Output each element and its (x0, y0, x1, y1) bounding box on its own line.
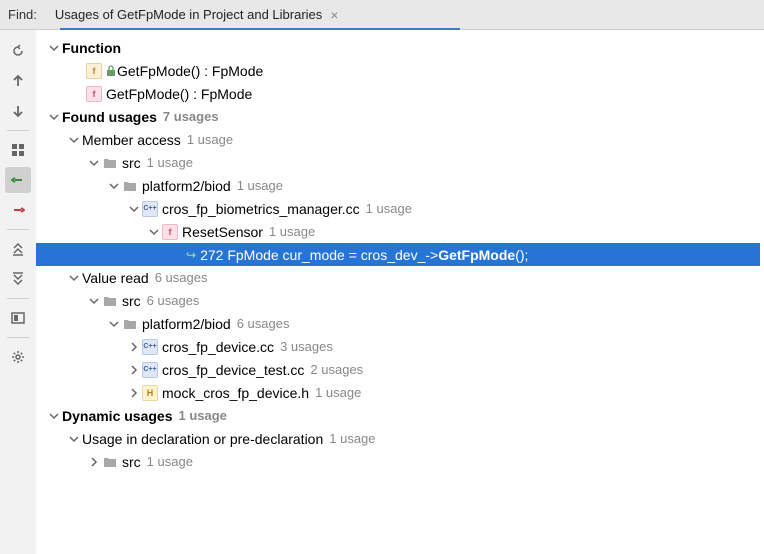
chevron-down-icon[interactable] (106, 316, 122, 332)
chevron-down-icon[interactable] (126, 201, 142, 217)
function-item[interactable]: f GetFpMode() : FpMode (36, 82, 760, 105)
code-prefix: FpMode cur_mode = cros_dev_-> (227, 247, 438, 263)
src-folder-node[interactable]: src 1 usage (36, 450, 760, 473)
file-node[interactable]: C++ cros_fp_biometrics_manager.cc 1 usag… (36, 197, 760, 220)
collapse-all-icon[interactable] (5, 266, 31, 292)
chevron-right-icon[interactable] (126, 362, 142, 378)
find-tab[interactable]: Usages of GetFpMode in Project and Libra… (47, 0, 347, 29)
chevron-down-icon[interactable] (46, 40, 62, 56)
chevron-down-icon[interactable] (66, 270, 82, 286)
function-icon: f (86, 86, 102, 102)
src-folder-node[interactable]: src 1 usage (36, 151, 760, 174)
chevron-right-icon[interactable] (86, 454, 102, 470)
chevron-down-icon[interactable] (86, 155, 102, 171)
show-read-icon[interactable] (5, 167, 31, 193)
chevron-right-icon[interactable] (126, 339, 142, 355)
chevron-down-icon[interactable] (46, 408, 62, 424)
chevron-down-icon[interactable] (146, 224, 162, 240)
platform2-biod-node[interactable]: platform2/biod 6 usages (36, 312, 760, 335)
find-header: Find: Usages of GetFpMode in Project and… (0, 0, 764, 30)
prev-occurrence-icon[interactable] (5, 68, 31, 94)
folder-icon (122, 316, 138, 332)
cpp-file-icon: C++ (142, 339, 158, 355)
line-number: 272 (200, 247, 223, 263)
usage-declaration-node[interactable]: Usage in declaration or pre-declaration … (36, 427, 760, 450)
chevron-down-icon[interactable] (86, 293, 102, 309)
function-item[interactable]: f GetFpMode() : FpMode (36, 59, 760, 82)
chevron-down-icon[interactable] (46, 109, 62, 125)
chevron-right-icon[interactable] (126, 385, 142, 401)
chevron-down-icon[interactable] (66, 132, 82, 148)
header-file-icon: H (142, 385, 158, 401)
src-folder-node[interactable]: src 6 usages (36, 289, 760, 312)
file-node[interactable]: H mock_cros_fp_device.h 1 usage (36, 381, 760, 404)
code-suffix: (); (515, 247, 528, 263)
function-icon: f (162, 224, 178, 240)
chevron-down-icon[interactable] (66, 431, 82, 447)
member-access-node[interactable]: Member access 1 usage (36, 128, 760, 151)
reset-sensor-node[interactable]: f ResetSensor 1 usage (36, 220, 760, 243)
dynamic-usages-node[interactable]: Dynamic usages 1 usage (36, 404, 760, 427)
cpp-file-icon: C++ (142, 201, 158, 217)
usages-tree[interactable]: Function f GetFpMode() : FpMode f GetFpM… (36, 30, 764, 554)
preview-icon[interactable] (5, 305, 31, 331)
lock-icon (106, 65, 116, 77)
function-icon: f (86, 63, 102, 79)
code-match: GetFpMode (438, 247, 515, 263)
usage-line[interactable]: ↪ 272 FpMode cur_mode = cros_dev_->GetFp… (36, 243, 760, 266)
chevron-down-icon[interactable] (106, 178, 122, 194)
folder-icon (102, 155, 118, 171)
show-write-icon[interactable] (5, 197, 31, 223)
find-label: Find: (8, 7, 37, 22)
folder-icon (102, 454, 118, 470)
cpp-file-icon: C++ (142, 362, 158, 378)
function-node[interactable]: Function (36, 36, 760, 59)
read-access-icon: ↪ (186, 248, 196, 262)
find-tab-title: Usages of GetFpMode in Project and Libra… (55, 7, 322, 22)
rerun-icon[interactable] (5, 38, 31, 64)
value-read-node[interactable]: Value read 6 usages (36, 266, 760, 289)
file-node[interactable]: C++ cros_fp_device.cc 3 usages (36, 335, 760, 358)
expand-all-icon[interactable] (5, 236, 31, 262)
folder-icon (122, 178, 138, 194)
file-node[interactable]: C++ cros_fp_device_test.cc 2 usages (36, 358, 760, 381)
group-by-icon[interactable] (5, 137, 31, 163)
folder-icon (102, 293, 118, 309)
found-usages-node[interactable]: Found usages 7 usages (36, 105, 760, 128)
settings-icon[interactable] (5, 344, 31, 370)
next-occurrence-icon[interactable] (5, 98, 31, 124)
platform2-biod-node[interactable]: platform2/biod 1 usage (36, 174, 760, 197)
close-tab-icon[interactable]: × (330, 7, 338, 23)
find-toolbar (0, 30, 36, 554)
